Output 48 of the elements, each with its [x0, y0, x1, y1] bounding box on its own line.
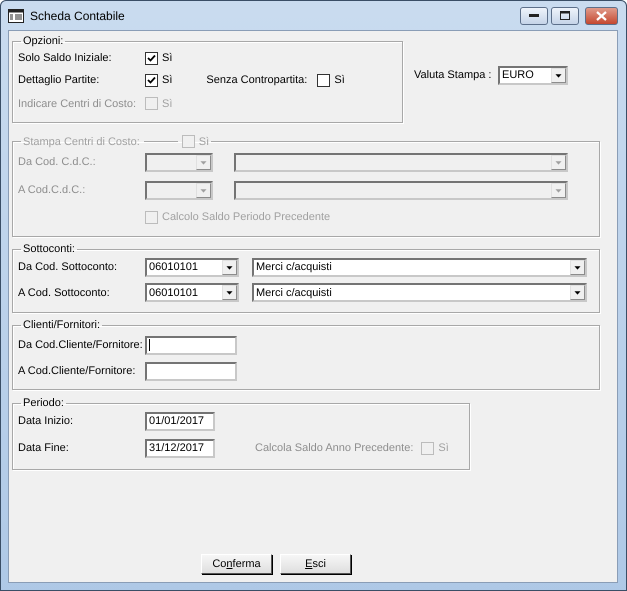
checkbox-label: Calcolo Saldo Periodo Precedente [162, 211, 330, 223]
field-label: Data Inizio: [18, 415, 74, 427]
field-label: Da Cod. C.d.C.: [18, 156, 97, 168]
field-label: A Cod.Cliente/Fornitore: [18, 365, 136, 377]
option-label: Indicare Centri di Costo: [18, 98, 137, 110]
maximize-button[interactable] [551, 6, 579, 24]
minimize-icon [529, 14, 539, 18]
input-field[interactable] [145, 362, 237, 380]
description-dropdown[interactable]: Merci c/acquisti [252, 283, 587, 302]
option-label: Solo Saldo Iniziale: [18, 52, 113, 64]
checkbox-label: Sì [162, 74, 172, 86]
date-field[interactable]: 01/01/2017 [145, 412, 215, 430]
group-title: Clienti/Fornitori: [23, 319, 100, 331]
date-field[interactable]: 31/12/2017 [145, 438, 215, 458]
checkbox-label: Sì [162, 52, 172, 64]
group-title: Stampa Centri di Costo: [23, 136, 140, 148]
field-label: Da Cod.Cliente/Fornitore: [18, 339, 144, 351]
window-title: Scheda Contabile [30, 8, 126, 22]
confirm-button[interactable]: Conferma [201, 554, 272, 574]
code-dropdown[interactable]: 06010101 [145, 283, 239, 302]
exit-button[interactable]: Esci [280, 554, 351, 574]
option-label: Dettaglio Partite: [18, 74, 100, 86]
checkbox[interactable] [317, 74, 330, 86]
field-label: A Cod. Sottoconto: [18, 286, 111, 298]
code-dropdown[interactable]: 06010101 [145, 258, 239, 276]
group-title: Opzioni: [23, 35, 64, 47]
group-title: Sottoconti: [23, 243, 75, 255]
option-label: Calcola Saldo Anno Precedente: [255, 442, 414, 454]
form-icon [8, 8, 24, 22]
close-icon [596, 10, 607, 20]
field-label: Da Cod. Sottoconto: [18, 261, 118, 273]
group-title: Periodo: [23, 397, 64, 409]
option-label: Senza Contropartita: [206, 74, 308, 86]
minimize-button[interactable] [520, 6, 548, 24]
checkbox[interactable] [145, 74, 158, 86]
currency-dropdown[interactable]: EURO [498, 66, 568, 84]
field-label: Data Fine: [18, 442, 70, 454]
field-label: A Cod.C.d.C.: [18, 184, 86, 196]
maximize-icon [560, 11, 570, 20]
checkbox-label: Sì [198, 136, 210, 148]
input-field[interactable] [145, 336, 237, 354]
checkbox-label: Sì [334, 74, 345, 86]
checkbox-label: Sì [438, 442, 449, 454]
description-dropdown[interactable]: Merci c/acquisti [252, 258, 587, 276]
checkbox-label: Sì [162, 98, 172, 110]
checkbox[interactable] [145, 52, 158, 64]
close-button[interactable] [585, 6, 618, 24]
currency-label: Valuta Stampa : [414, 69, 492, 81]
